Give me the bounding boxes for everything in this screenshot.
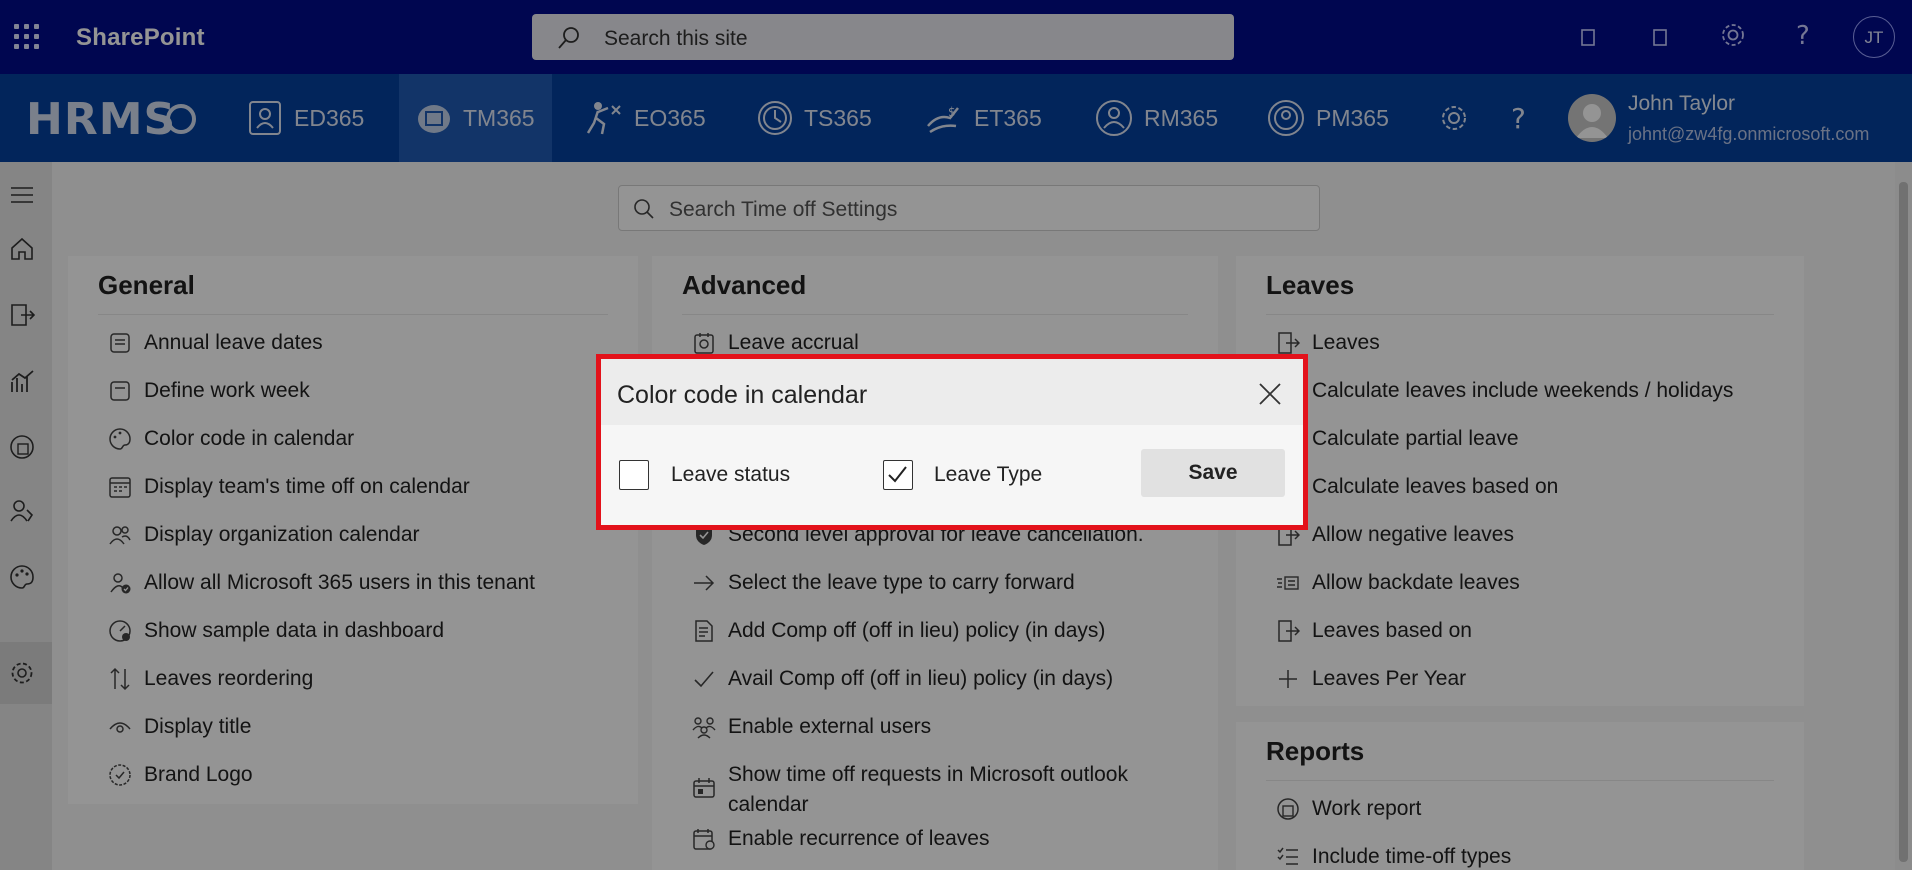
close-icon[interactable] [1257, 381, 1283, 407]
checkmark-icon [888, 466, 907, 483]
leave-status-checkbox[interactable] [619, 460, 649, 490]
dialog-title: Color code in calendar [617, 381, 868, 409]
save-button[interactable]: Save [1141, 449, 1285, 497]
leave-type-label: Leave Type [934, 463, 1043, 486]
color-code-dialog: Color code in calendar Leave status Leav… [596, 354, 1308, 530]
leave-status-label: Leave status [671, 463, 791, 486]
dialog-header: Color code in calendar [601, 359, 1303, 425]
leave-type-checkbox[interactable] [883, 460, 913, 490]
